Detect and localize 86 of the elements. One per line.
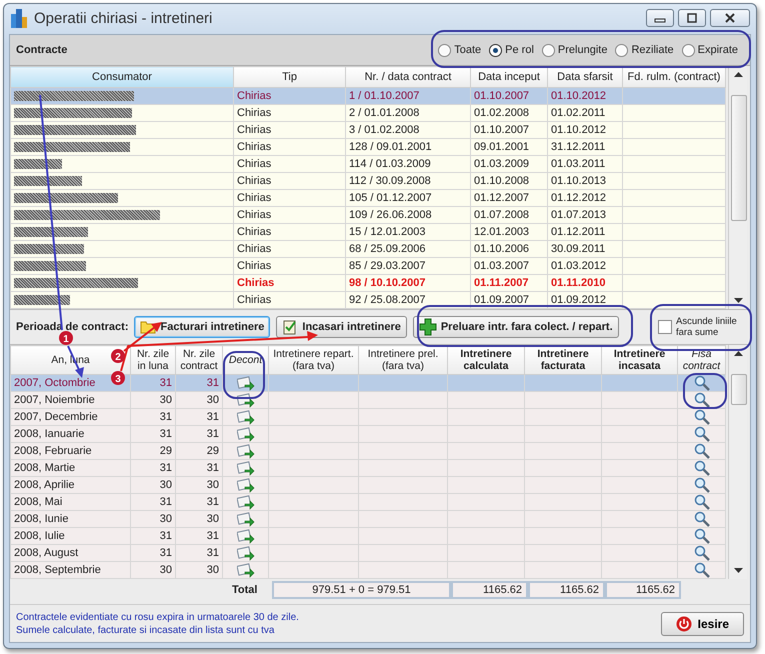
magnifier-icon[interactable] xyxy=(694,562,710,578)
envelope-arrow-icon[interactable] xyxy=(236,426,254,442)
magnifier-icon[interactable] xyxy=(694,460,710,476)
plus-icon xyxy=(418,318,437,336)
scroll-thumb[interactable] xyxy=(731,374,747,405)
toolbar-button[interactable]: Incasari intretinere xyxy=(276,316,407,338)
clipboard-icon xyxy=(282,319,298,335)
column-header[interactable]: Consumator xyxy=(10,66,234,88)
envelope-arrow-icon[interactable] xyxy=(236,478,254,492)
filter-radio[interactable]: Reziliate xyxy=(615,44,674,56)
column-header[interactable]: Nr. zile contract xyxy=(176,346,222,374)
redaction-mark xyxy=(14,159,62,170)
table-cell: 92 / 25.08.2007 xyxy=(346,292,470,308)
footer-note: Contractele evidentiate cu rosu expira in urmatoarele 30 de zile. xyxy=(16,612,299,622)
magnifier-icon[interactable] xyxy=(694,443,710,459)
redaction-mark xyxy=(14,295,70,306)
envelope-arrow-icon[interactable] xyxy=(236,562,254,578)
magnifier-icon[interactable] xyxy=(694,494,710,510)
redaction-mark xyxy=(14,261,86,272)
scrollbar[interactable] xyxy=(728,66,747,309)
window-title: Operatii chiriasi - intretineri xyxy=(34,10,212,26)
envelope-arrow-icon[interactable] xyxy=(236,392,254,408)
toolbar-button[interactable]: Preluare intr. fara colect. / repart. xyxy=(412,316,619,338)
column-header[interactable]: Intretinere calculata xyxy=(448,346,524,374)
step-marker: 2 xyxy=(111,349,125,363)
magnifier-icon[interactable] xyxy=(694,375,710,391)
envelope-arrow-icon[interactable] xyxy=(236,376,254,390)
envelope-arrow-icon[interactable] xyxy=(236,494,254,510)
table-cell: 30 xyxy=(176,562,222,578)
buildings-icon xyxy=(10,8,28,28)
exit-button[interactable]: Iesire xyxy=(660,612,744,636)
filter-radio[interactable]: Toate xyxy=(438,44,482,56)
magnifier-icon[interactable] xyxy=(694,511,710,527)
filter-radio[interactable]: Prelungite xyxy=(542,44,608,56)
total-label: Total xyxy=(232,584,258,596)
close-icon xyxy=(724,13,736,23)
filter-radio[interactable]: Expirate xyxy=(682,44,738,56)
magnifier-icon[interactable] xyxy=(694,545,710,561)
magnifier-icon[interactable] xyxy=(694,528,710,544)
magnifier-icon[interactable] xyxy=(694,409,710,425)
table-cell: 01.09.2012 xyxy=(548,292,622,308)
step-marker: 3 xyxy=(111,371,125,385)
column-header[interactable]: Intretinere prel. (fara tva) xyxy=(358,346,448,374)
column-header[interactable]: Intretinere incasata xyxy=(602,346,678,374)
minimize-button[interactable] xyxy=(646,9,674,27)
magnifier-icon[interactable] xyxy=(694,426,710,442)
scroll-thumb[interactable] xyxy=(731,95,747,221)
close-button[interactable] xyxy=(710,9,750,27)
total-field: 1165.62 xyxy=(451,581,528,599)
power-icon xyxy=(676,616,692,632)
panel-title: Contracte xyxy=(16,44,68,56)
scroll-up-icon[interactable] xyxy=(734,351,742,356)
maximize-button[interactable] xyxy=(678,9,706,27)
scroll-down-icon[interactable] xyxy=(734,568,742,573)
envelope-arrow-icon[interactable] xyxy=(236,528,254,544)
envelope-arrow-icon[interactable] xyxy=(236,460,254,476)
table-cell: Chirias xyxy=(234,292,346,308)
table-cell: 30 xyxy=(130,562,176,578)
column-header[interactable]: Fd. rulm. (contract) xyxy=(622,66,726,88)
column-header[interactable]: Intretinere facturata xyxy=(524,346,602,374)
maximize-icon xyxy=(686,13,698,23)
table-cell: 2008, Septembrie xyxy=(10,562,130,578)
magnifier-icon[interactable] xyxy=(694,477,710,493)
total-field: 1165.62 xyxy=(528,581,605,599)
table-cell: 01.09.2007 xyxy=(470,292,548,308)
toolbar-button[interactable]: Facturari intretinere xyxy=(134,316,270,338)
scroll-up-icon[interactable] xyxy=(734,72,742,77)
column-header[interactable]: Intretinere repart. (fara tva) xyxy=(268,346,358,374)
filter-radio[interactable]: Pe rol xyxy=(489,44,534,56)
column-header[interactable]: Tip xyxy=(234,66,346,88)
magnifier-icon[interactable] xyxy=(694,392,710,408)
redaction-mark xyxy=(14,176,82,186)
footer-note: Sumele calculate, facturate si incasate din lista sunt cu tva xyxy=(16,624,276,636)
envelope-arrow-icon[interactable] xyxy=(236,410,254,424)
envelope-arrow-icon[interactable] xyxy=(236,512,254,526)
column-header[interactable]: Nr. zile in luna xyxy=(130,346,176,374)
scrollbar[interactable] xyxy=(728,345,747,579)
total-field: 979.51 + 0 = 979.51 xyxy=(272,581,451,599)
envelope-arrow-icon[interactable] xyxy=(236,444,254,458)
envelope-arrow-icon[interactable] xyxy=(236,546,254,560)
hide-empty-checkbox[interactable]: Ascunde liniile fara sume xyxy=(658,316,744,338)
total-field: 1165.62 xyxy=(605,581,681,599)
redaction-mark xyxy=(14,244,84,254)
step-marker: 1 xyxy=(59,331,73,345)
scroll-down-icon[interactable] xyxy=(734,298,742,303)
column-header[interactable]: Nr. / data contract xyxy=(346,66,470,88)
